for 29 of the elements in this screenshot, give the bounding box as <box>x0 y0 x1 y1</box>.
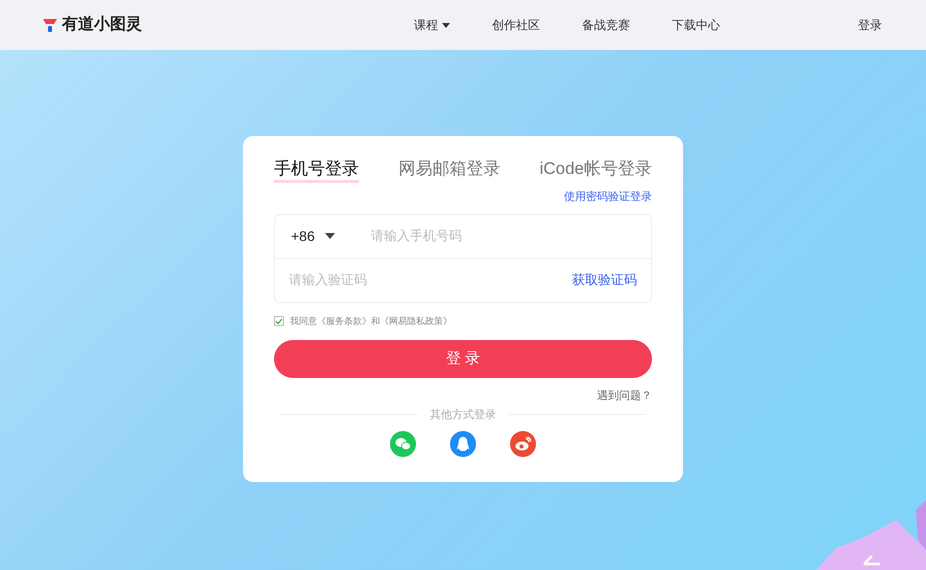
login-tab[interactable]: iCode帐号登录 <box>540 158 652 183</box>
country-code-select[interactable]: +86 <box>291 226 371 246</box>
nav-link[interactable]: 课程 <box>414 16 450 34</box>
password-login-link[interactable]: 使用密码验证登录 <box>564 189 652 206</box>
social-login-button[interactable] <box>450 431 476 457</box>
agreement-text: 我同意《服务条款》和《网易隐私政策》 <box>290 314 452 328</box>
social-login-button[interactable] <box>510 431 536 457</box>
nav-link[interactable]: 下载中心 <box>672 16 720 34</box>
logo-text: 有道小图灵 <box>62 14 142 35</box>
logo-icon <box>42 17 58 33</box>
login-tab[interactable]: 网易邮箱登录 <box>398 158 500 183</box>
help-link[interactable]: 遇到问题？ <box>597 388 652 404</box>
other-methods-label: 其他方式登录 <box>430 408 496 422</box>
caret-icon <box>442 22 450 28</box>
login-link[interactable]: 登录 <box>858 16 882 34</box>
login-button[interactable]: 登 录 <box>274 340 652 378</box>
eye-swirl-icon <box>515 437 531 451</box>
caret-icon <box>324 233 335 239</box>
login-tab[interactable]: 手机号登录 <box>274 158 359 183</box>
phone-input[interactable]: 请输入手机号码 <box>371 226 635 246</box>
social-login-button[interactable] <box>390 431 416 457</box>
get-code-button[interactable]: 获取验证码 <box>572 270 637 290</box>
penguin-icon <box>457 436 469 452</box>
nav-link[interactable]: 备战竞赛 <box>582 16 630 34</box>
agreement-checkbox[interactable] <box>274 316 284 326</box>
code-input[interactable]: 请输入验证码 <box>289 270 572 290</box>
nav-link[interactable]: 创作社区 <box>492 16 540 34</box>
check-icon <box>275 318 283 325</box>
chat-bubbles-icon <box>395 437 411 451</box>
